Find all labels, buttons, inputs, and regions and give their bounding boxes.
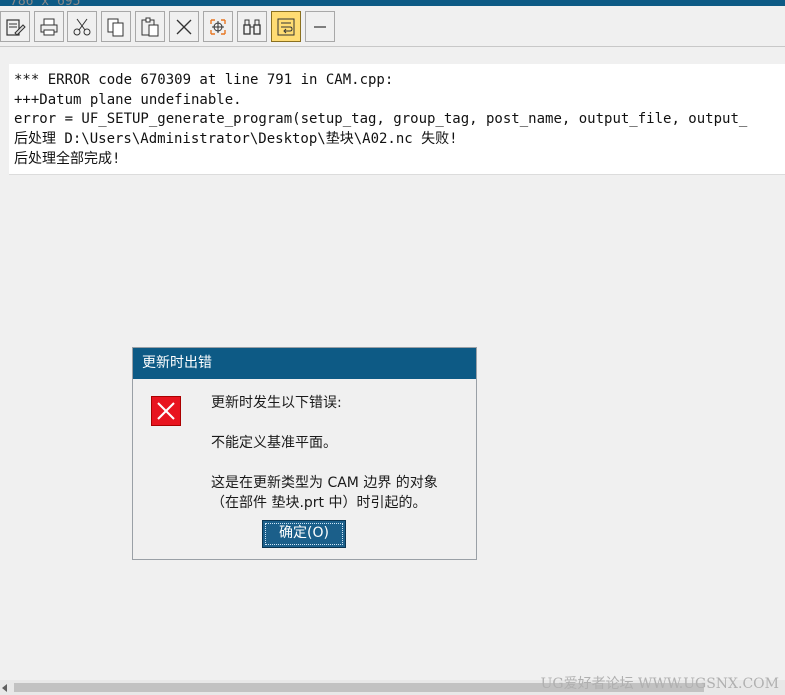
- wrap-text-icon: [277, 18, 295, 35]
- log-line: *** ERROR code 670309 at line 791 in CAM…: [14, 72, 394, 88]
- dialog-message-header: 更新时发生以下错误:: [211, 395, 342, 411]
- save-button[interactable]: [0, 11, 30, 42]
- output-log-panel[interactable]: *** ERROR code 670309 at line 791 in CAM…: [9, 64, 785, 175]
- clear-icon: [176, 19, 192, 34]
- dialog-message-detail-2: （在部件 垫块.prt 中）时引起的。: [211, 495, 427, 511]
- dialog-message-error: 不能定义基准平面。: [211, 435, 337, 451]
- clear-button[interactable]: [169, 11, 199, 42]
- locate-button[interactable]: [203, 11, 233, 42]
- find-icon: [243, 19, 261, 35]
- log-line: error = UF_SETUP_generate_program(setup_…: [14, 111, 748, 127]
- scroll-left-arrow-icon[interactable]: [2, 684, 7, 692]
- print-icon: [40, 18, 58, 35]
- cut-button[interactable]: [67, 11, 97, 42]
- ok-button[interactable]: 确定(O): [262, 520, 346, 548]
- cut-icon: [73, 18, 91, 35]
- toolbar-divider: [0, 46, 785, 47]
- dialog-title[interactable]: 更新时出错: [133, 348, 476, 379]
- print-button[interactable]: [34, 11, 64, 42]
- dimension-label: 786 x 695: [10, 0, 81, 9]
- copy-icon: [107, 18, 124, 36]
- find-button[interactable]: [237, 11, 267, 42]
- minimize-icon: [314, 25, 326, 28]
- error-dialog: 更新时出错 更新时发生以下错误: 不能定义基准平面。 这是在更新类型为 CAM …: [132, 347, 477, 560]
- log-line: +++Datum plane undefinable.: [14, 92, 242, 108]
- log-line: 后处理 D:\Users\Administrator\Desktop\垫块\A0…: [14, 131, 458, 147]
- window-top-bar: [0, 0, 785, 6]
- watermark: UG爱好者论坛 WWW.UGSNX.COM: [540, 676, 779, 692]
- save-icon: [6, 18, 26, 36]
- log-line: 后处理全部完成!: [14, 151, 121, 167]
- copy-button[interactable]: [101, 11, 131, 42]
- locate-icon: [210, 18, 226, 35]
- dialog-message-detail-1: 这是在更新类型为 CAM 边界 的对象: [211, 475, 438, 491]
- paste-icon: [141, 17, 159, 36]
- wrap-text-button[interactable]: [271, 11, 301, 42]
- paste-button[interactable]: [135, 11, 165, 42]
- error-icon: [151, 396, 181, 426]
- toolbar: [0, 11, 785, 45]
- minimize-button[interactable]: [305, 11, 335, 42]
